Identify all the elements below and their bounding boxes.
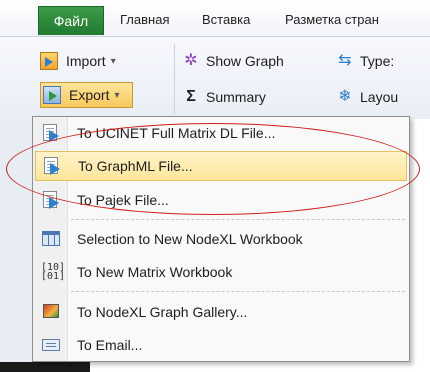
ribbon-tab-bar: Файл Главная Вставка Разметка стран (0, 0, 430, 37)
menu-item-to-matrix-workbook[interactable]: [10] [01] To New Matrix Workbook (35, 257, 407, 287)
worksheet-edge (0, 119, 32, 372)
chevron-down-icon: ▾ (110, 55, 116, 67)
graph-icon: ✲ (184, 52, 198, 69)
type-dropdown[interactable]: ⇆ Type: (334, 48, 394, 74)
matrix-icon: [10] [01] (41, 262, 66, 282)
menu-item-to-email[interactable]: To Email... (35, 330, 407, 360)
summary-button[interactable]: Σ Summary (180, 84, 266, 110)
menu-separator (71, 291, 405, 292)
worksheet-bottom-edge (0, 362, 90, 372)
sigma-icon: Σ (186, 88, 196, 105)
menu-item-to-pajek[interactable]: To Pajek File... (35, 185, 407, 215)
export-icon (43, 84, 65, 106)
menu-item-label: Selection to New NodeXL Workbook (77, 231, 303, 247)
menu-item-label: To Email... (77, 337, 143, 353)
menu-item-selection-to-workbook[interactable]: Selection to New NodeXL Workbook (35, 224, 407, 254)
tab-home[interactable]: Главная (120, 8, 169, 32)
layout-label: Layou (360, 89, 399, 105)
ribbon-group-divider (174, 44, 175, 114)
menu-separator (71, 219, 405, 220)
summary-label: Summary (206, 89, 266, 105)
swap-arrows-icon: ⇆ (338, 52, 352, 69)
import-icon (40, 50, 62, 72)
menu-item-label: To Pajek File... (77, 192, 169, 208)
export-label: Export (69, 87, 110, 103)
tab-page-layout[interactable]: Разметка стран (285, 8, 379, 32)
menu-item-to-graph-gallery[interactable]: To NodeXL Graph Gallery... (35, 297, 407, 327)
type-label: Type: (360, 53, 395, 69)
menu-item-label: To UCINET Full Matrix DL File... (77, 125, 276, 141)
chevron-down-icon: ▾ (114, 89, 120, 101)
email-icon (41, 335, 61, 355)
show-graph-label: Show Graph (206, 53, 284, 69)
menu-item-to-ucinet[interactable]: To UCINET Full Matrix DL File... (35, 118, 407, 148)
menu-item-label: To NodeXL Graph Gallery... (77, 304, 248, 320)
menu-item-to-graphml[interactable]: To GraphML File... (35, 151, 407, 181)
layout-icon: ❄ (338, 88, 352, 105)
import-label: Import (66, 53, 106, 69)
layout-button[interactable]: ❄ Layou (334, 84, 398, 110)
show-graph-button[interactable]: ✲ Show Graph (180, 48, 284, 74)
workbook-grid-icon (41, 229, 61, 249)
tab-insert[interactable]: Вставка (202, 8, 250, 32)
menu-item-label: To New Matrix Workbook (77, 264, 233, 280)
menu-item-label: To GraphML File... (78, 158, 193, 174)
import-button[interactable]: Import ▾ (40, 48, 116, 74)
export-menu: To UCINET Full Matrix DL File... To Grap… (32, 116, 410, 362)
gallery-icon (41, 302, 61, 322)
export-button[interactable]: Export ▾ (40, 82, 133, 108)
tab-file[interactable]: Файл (38, 6, 104, 35)
document-arrow-icon (41, 123, 61, 143)
document-arrow-icon (42, 156, 62, 176)
document-arrow-icon (41, 190, 61, 210)
